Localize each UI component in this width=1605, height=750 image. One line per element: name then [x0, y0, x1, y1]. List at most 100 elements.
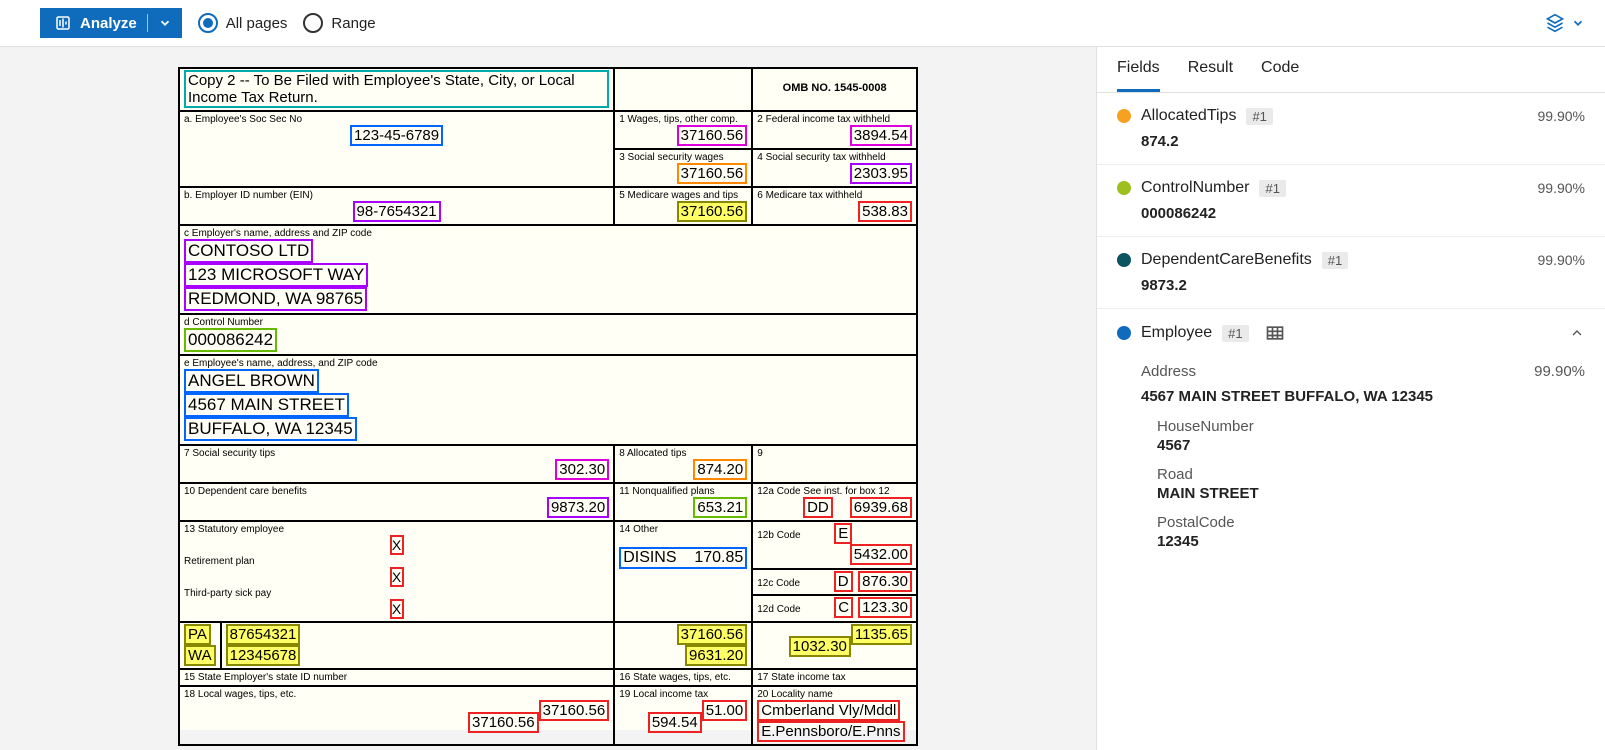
- box3-label: 3 Social security wages: [619, 152, 724, 163]
- box2-label: 2 Federal income tax withheld: [757, 114, 890, 125]
- sub-confidence: 99.90%: [1534, 363, 1585, 380]
- chevron-down-icon[interactable]: [158, 16, 172, 30]
- lw1: 37160.56: [539, 700, 610, 721]
- sickpay-label: Third-party sick pay: [184, 588, 271, 599]
- lw2: 37160.56: [468, 712, 539, 733]
- field-badge: #1: [1259, 180, 1285, 197]
- state-tax1: 1135.65: [851, 624, 912, 645]
- allpages-radio[interactable]: All pages: [198, 13, 288, 33]
- sub-value: 4567: [1157, 437, 1585, 454]
- state-wage1: 37160.56: [677, 624, 748, 645]
- checkbox-x: X: [390, 567, 404, 587]
- employer-line2: 123 MICROSOFT WAY: [184, 263, 368, 287]
- field-name: DependentCareBenefits: [1141, 251, 1312, 269]
- box12a-code: DD: [803, 497, 833, 518]
- tab-result[interactable]: Result: [1188, 47, 1233, 92]
- analyze-icon: [54, 14, 72, 32]
- state2-id: 12345678: [226, 645, 301, 666]
- state-tax2: 1032.30: [789, 636, 851, 657]
- state2: WA: [184, 645, 216, 666]
- field-value: 874.2: [1141, 133, 1585, 150]
- box12b-label: 12b Code: [757, 530, 800, 541]
- box14-label: 14 Other: [619, 524, 658, 535]
- box10-val: 9873.20: [547, 497, 609, 518]
- loc2: E.Pennsboro/E.Pnns: [757, 721, 904, 742]
- subfield-road[interactable]: Road MAIN STREET: [1097, 460, 1605, 508]
- analyze-label: Analyze: [80, 15, 137, 32]
- tab-code[interactable]: Code: [1261, 47, 1299, 92]
- employee-line1: ANGEL BROWN: [184, 369, 319, 393]
- range-label: Range: [331, 15, 375, 32]
- layers-icon: [1545, 13, 1565, 33]
- field-control-number[interactable]: ControlNumber #1 99.90% 000086242: [1097, 165, 1605, 237]
- checkbox-x: X: [390, 599, 404, 619]
- box4-val: 2303.95: [850, 163, 912, 184]
- lt2: 594.54: [648, 712, 702, 733]
- box18-label: 18 Local wages, tips, etc.: [184, 689, 296, 700]
- box-a-label: a. Employee's Soc Sec No: [184, 114, 302, 125]
- box6-val: 538.83: [858, 201, 912, 222]
- box14-val: DISINS 170.85: [619, 547, 747, 569]
- radio-icon: [303, 13, 323, 33]
- field-name: Employee: [1141, 324, 1212, 342]
- box17-label: 17 State income tax: [757, 672, 845, 683]
- employer-line1: CONTOSO LTD: [184, 239, 313, 263]
- employee-line2: 4567 MAIN STREET: [184, 393, 349, 417]
- subfield-house[interactable]: HouseNumber 4567: [1097, 412, 1605, 460]
- box13-label: 13 Statutory employee: [184, 524, 284, 535]
- box8-label: 8 Allocated tips: [619, 448, 686, 459]
- box-d-label: d Control Number: [184, 317, 263, 328]
- field-badge: #1: [1222, 325, 1248, 342]
- fields-list[interactable]: AllocatedTips #1 99.90% 874.2 ControlNum…: [1097, 93, 1605, 750]
- field-badge: #1: [1246, 108, 1272, 125]
- employee-line3: BUFFALO, WA 12345: [184, 417, 357, 441]
- field-employee[interactable]: Employee #1: [1097, 309, 1605, 357]
- analyze-button[interactable]: Analyze: [40, 8, 182, 38]
- layers-button[interactable]: [1545, 13, 1585, 33]
- box10-label: 10 Dependent care benefits: [184, 486, 307, 497]
- sub-label: Address: [1141, 363, 1196, 380]
- state1: PA: [184, 624, 211, 645]
- box15-label: 15 State Employer's state ID number: [184, 672, 347, 683]
- box11-label: 11 Nonqualified plans: [619, 486, 714, 497]
- box1-val: 37160.56: [677, 125, 748, 146]
- results-panel: Fields Result Code AllocatedTips #1 99.9…: [1096, 47, 1605, 750]
- checkbox-x: X: [390, 535, 404, 555]
- chevron-up-icon[interactable]: [1569, 325, 1585, 341]
- subfield-postal[interactable]: PostalCode 12345: [1097, 508, 1605, 556]
- box11-val: 653.21: [693, 497, 747, 518]
- tab-fields[interactable]: Fields: [1117, 47, 1160, 92]
- box12d-code: C: [834, 597, 853, 618]
- box12b-code: E: [834, 523, 852, 544]
- field-value: 9873.2: [1141, 277, 1585, 294]
- box12b-val: 5432.00: [850, 544, 912, 565]
- panel-tabs: Fields Result Code: [1097, 47, 1605, 93]
- copy-note: Copy 2 -- To Be Filed with Employee's St…: [184, 70, 609, 108]
- box5-label: 5 Medicare wages and tips: [619, 190, 738, 201]
- box-e-label: e Employee's name, address, and ZIP code: [184, 358, 378, 369]
- box-b-label: b. Employer ID number (EIN): [184, 190, 313, 201]
- box8-val: 874.20: [693, 459, 747, 480]
- field-allocated-tips[interactable]: AllocatedTips #1 99.90% 874.2: [1097, 93, 1605, 165]
- field-name: ControlNumber: [1141, 179, 1249, 197]
- box12a-label: 12a Code See inst. for box 12: [757, 486, 889, 497]
- box3-val: 37160.56: [677, 163, 748, 184]
- field-confidence: 99.90%: [1538, 252, 1585, 268]
- box19-label: 19 Local income tax: [619, 689, 708, 700]
- field-value: 000086242: [1141, 205, 1585, 222]
- field-dependent-care[interactable]: DependentCareBenefits #1 99.90% 9873.2: [1097, 237, 1605, 309]
- ein: 98-7654321: [353, 201, 441, 222]
- box6-label: 6 Medicare tax withheld: [757, 190, 862, 201]
- sub-label: PostalCode: [1157, 514, 1585, 531]
- document-viewer[interactable]: Copy 2 -- To Be Filed with Employee's St…: [0, 47, 1096, 750]
- lt1: 51.00: [702, 700, 748, 721]
- box4-label: 4 Social security tax withheld: [757, 152, 885, 163]
- box20-label: 20 Locality name: [757, 689, 833, 700]
- subfield-address[interactable]: Address 99.90%: [1097, 357, 1605, 388]
- box12c-label: 12c Code: [757, 578, 800, 589]
- field-color-dot: [1117, 253, 1131, 267]
- range-radio[interactable]: Range: [303, 13, 375, 33]
- box7-val: 302.30: [555, 459, 609, 480]
- omb: OMB NO. 1545-0008: [783, 82, 887, 94]
- box12c-val: 876.30: [858, 571, 912, 592]
